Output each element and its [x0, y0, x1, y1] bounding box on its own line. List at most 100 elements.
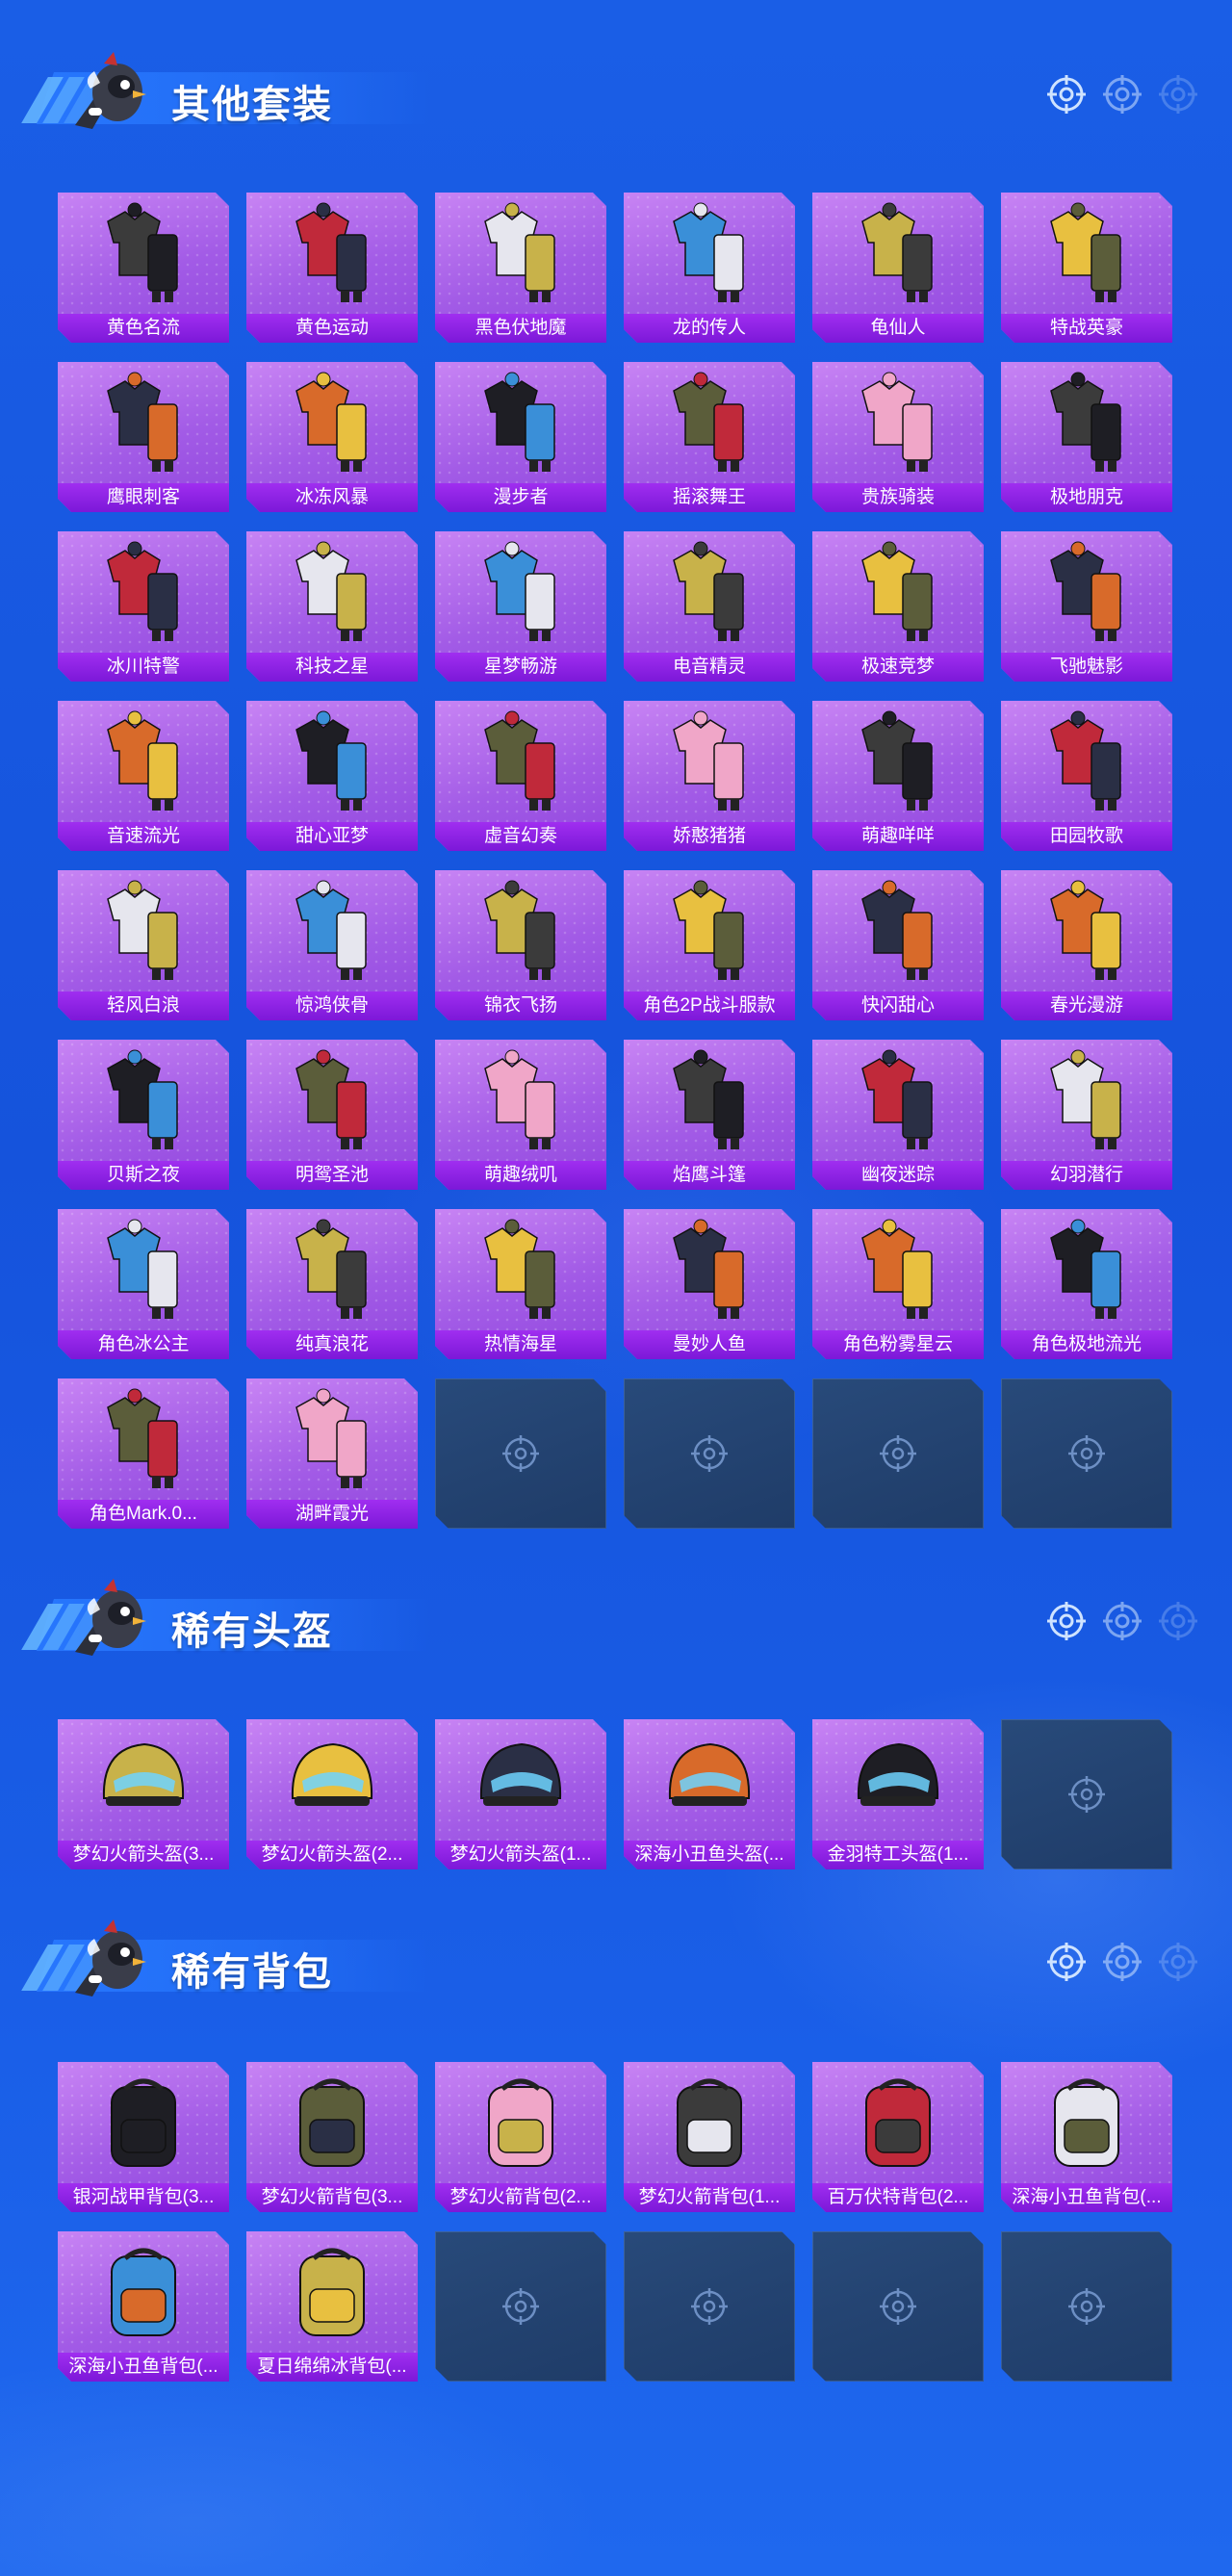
item-card[interactable]: 热情海星 [435, 1209, 606, 1359]
item-card[interactable]: 贝斯之夜 [58, 1040, 229, 1190]
item-card[interactable]: 角色冰公主 [58, 1209, 229, 1359]
item-card[interactable]: 金羽特工头盔(1... [812, 1719, 984, 1869]
item-image [845, 200, 951, 308]
item-card[interactable]: 鹰眼刺客 [58, 362, 229, 512]
item-card[interactable]: 轻风白浪 [58, 870, 229, 1020]
crosshair-target-icon [1045, 73, 1088, 120]
item-label: 飞驰魅影 [1001, 653, 1172, 682]
item-label: 锦衣飞扬 [435, 992, 606, 1020]
item-card[interactable]: 飞驰魅影 [1001, 531, 1172, 682]
item-card[interactable]: 娇憨猪猪 [624, 701, 795, 851]
item-card[interactable]: 百万伏特背包(2... [812, 2062, 984, 2212]
item-card[interactable]: 特战英豪 [1001, 193, 1172, 343]
item-card[interactable]: 梦幻火箭头盔(3... [58, 1719, 229, 1869]
item-card[interactable]: 萌趣绒叽 [435, 1040, 606, 1190]
item-card[interactable]: 深海小丑鱼背包(... [58, 2231, 229, 2382]
item-card[interactable]: 梦幻火箭背包(3... [246, 2062, 418, 2212]
item-card[interactable]: 梦幻火箭背包(1... [624, 2062, 795, 2212]
crosshair-target-icon [1065, 1432, 1108, 1475]
item-card[interactable]: 角色极地流光 [1001, 1209, 1172, 1359]
item-image [1034, 370, 1140, 477]
item-image [90, 1217, 196, 1325]
item-card[interactable]: 黑色伏地魔 [435, 193, 606, 343]
item-card[interactable]: 深海小丑鱼背包(... [1001, 2062, 1172, 2212]
item-image [279, 2239, 385, 2347]
item-card[interactable]: 音速流光 [58, 701, 229, 851]
item-card[interactable]: 黄色名流 [58, 193, 229, 343]
item-label: 惊鸿侠骨 [246, 992, 418, 1020]
item-card[interactable]: 冰川特警 [58, 531, 229, 682]
item-card[interactable]: 田园牧歌 [1001, 701, 1172, 851]
item-image [845, 708, 951, 816]
item-card[interactable]: 春光漫游 [1001, 870, 1172, 1020]
item-card[interactable]: 贵族骑装 [812, 362, 984, 512]
item-label: 贝斯之夜 [58, 1161, 229, 1190]
item-card[interactable]: 角色Mark.0... [58, 1378, 229, 1529]
crosshair-target-icon [688, 1432, 731, 1475]
item-card[interactable]: 明鸳圣池 [246, 1040, 418, 1190]
item-label: 音速流光 [58, 822, 229, 851]
item-card[interactable]: 角色2P战斗服款 [624, 870, 795, 1020]
item-label: 虚音幻奏 [435, 822, 606, 851]
item-card[interactable]: 科技之星 [246, 531, 418, 682]
item-image [468, 708, 574, 816]
item-card[interactable]: 漫步者 [435, 362, 606, 512]
empty-slot [812, 1378, 984, 1529]
item-card[interactable]: 幽夜迷踪 [812, 1040, 984, 1190]
item-card[interactable]: 深海小丑鱼头盔(... [624, 1719, 795, 1869]
item-card[interactable]: 萌趣咩咩 [812, 701, 984, 851]
crosshair-target-icon [1157, 73, 1199, 120]
item-card[interactable]: 甜心亚梦 [246, 701, 418, 851]
item-card[interactable]: 夏日绵绵冰背包(... [246, 2231, 418, 2382]
item-card[interactable]: 梦幻火箭背包(2... [435, 2062, 606, 2212]
item-image [1034, 200, 1140, 308]
item-card[interactable]: 摇滚舞王 [624, 362, 795, 512]
item-card[interactable]: 快闪甜心 [812, 870, 984, 1020]
item-card[interactable]: 虚音幻奏 [435, 701, 606, 851]
item-label: 摇滚舞王 [624, 483, 795, 512]
item-card[interactable]: 电音精灵 [624, 531, 795, 682]
item-card[interactable]: 星梦畅游 [435, 531, 606, 682]
item-label: 百万伏特背包(2... [812, 2183, 984, 2212]
item-card[interactable]: 梦幻火箭头盔(1... [435, 1719, 606, 1869]
item-label: 特战英豪 [1001, 314, 1172, 343]
crosshair-target-icon [500, 1432, 542, 1475]
item-card[interactable]: 纯真浪花 [246, 1209, 418, 1359]
item-label: 明鸳圣池 [246, 1161, 418, 1190]
item-card[interactable]: 银河战甲背包(3... [58, 2062, 229, 2212]
item-label: 角色极地流光 [1001, 1330, 1172, 1359]
item-image [279, 2070, 385, 2177]
item-card[interactable]: 极地朋克 [1001, 362, 1172, 512]
item-image [468, 2070, 574, 2177]
item-card[interactable]: 惊鸿侠骨 [246, 870, 418, 1020]
item-card[interactable]: 锦衣飞扬 [435, 870, 606, 1020]
item-label: 甜心亚梦 [246, 822, 418, 851]
item-card[interactable]: 幻羽潜行 [1001, 1040, 1172, 1190]
item-card[interactable]: 冰冻风暴 [246, 362, 418, 512]
chicken-mascot-icon [65, 1918, 158, 1998]
item-card[interactable]: 黄色运动 [246, 193, 418, 343]
item-card[interactable]: 角色粉雾星云 [812, 1209, 984, 1359]
item-card[interactable]: 梦幻火箭头盔(2... [246, 1719, 418, 1869]
item-label: 梦幻火箭背包(2... [435, 2183, 606, 2212]
item-image [1034, 2070, 1140, 2177]
target-icons [1045, 1941, 1199, 1988]
target-icons [1045, 73, 1199, 120]
empty-slot [812, 2231, 984, 2382]
item-card[interactable]: 极速竞梦 [812, 531, 984, 682]
crosshair-target-icon [1101, 73, 1143, 120]
item-label: 黄色运动 [246, 314, 418, 343]
item-label: 角色2P战斗服款 [624, 992, 795, 1020]
item-card[interactable]: 龟仙人 [812, 193, 984, 343]
target-icons [1045, 1600, 1199, 1647]
item-label: 电音精灵 [624, 653, 795, 682]
item-image [1034, 708, 1140, 816]
item-label: 金羽特工头盔(1... [812, 1841, 984, 1869]
item-card[interactable]: 龙的传人 [624, 193, 795, 343]
item-card[interactable]: 湖畔霞光 [246, 1378, 418, 1529]
item-image [279, 1386, 385, 1494]
item-card[interactable]: 曼妙人鱼 [624, 1209, 795, 1359]
crosshair-target-icon [1157, 1941, 1199, 1988]
item-image [845, 878, 951, 986]
item-card[interactable]: 焰鹰斗篷 [624, 1040, 795, 1190]
